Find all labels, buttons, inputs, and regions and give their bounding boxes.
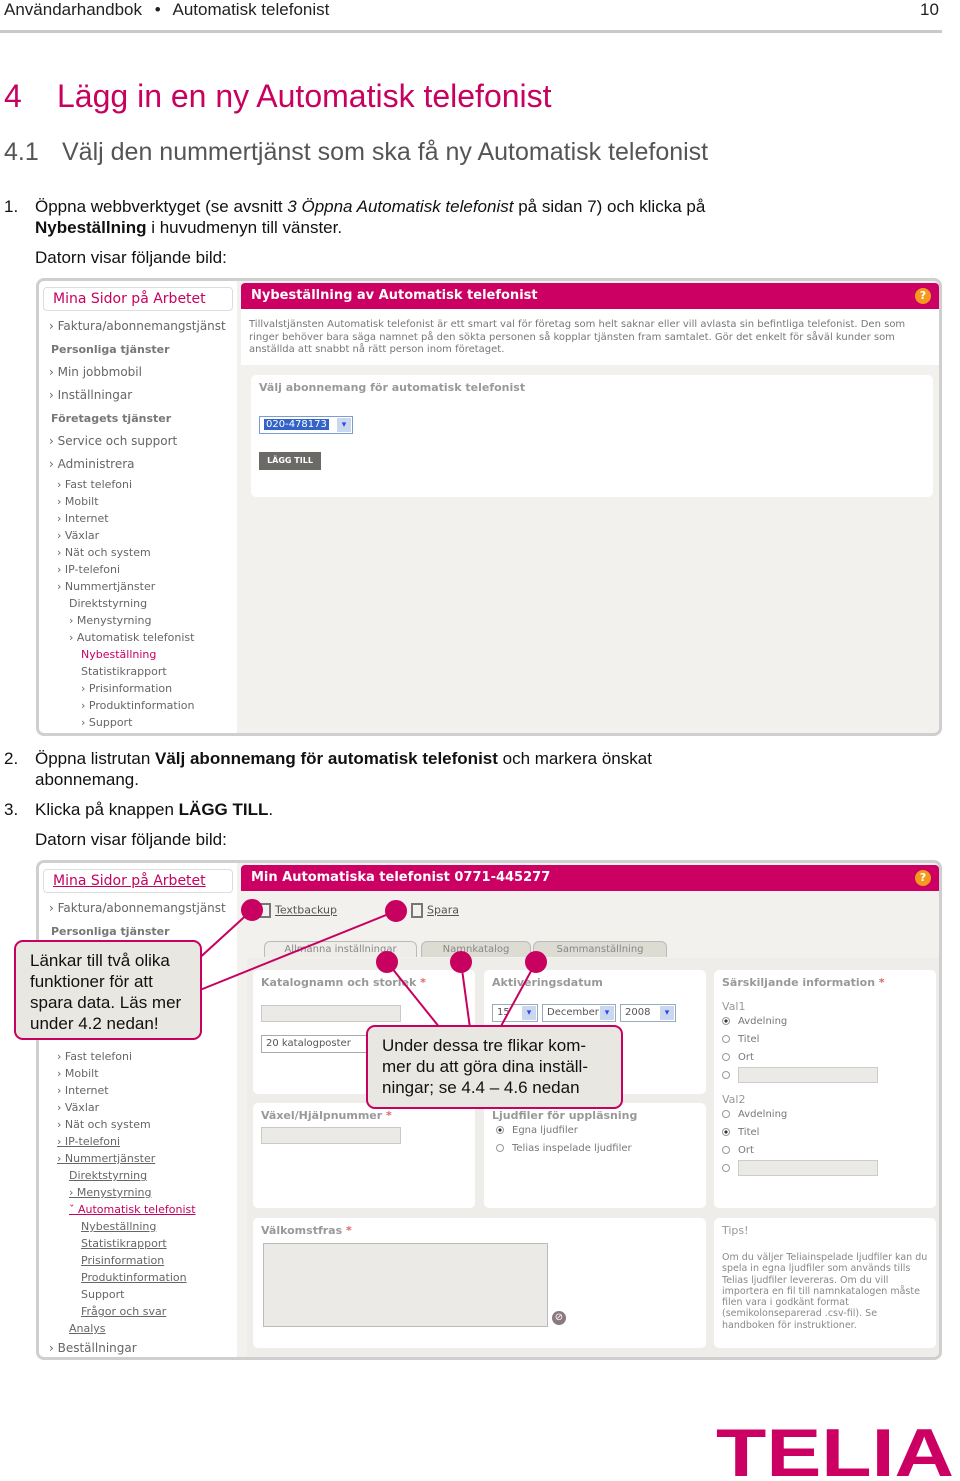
telia-logo: TELIA: [716, 1424, 954, 1480]
callout-save-links: Länkar till två olika funktioner för att…: [14, 940, 202, 1040]
callout-connectors: [194, 899, 547, 1029]
marker-dot: [450, 951, 472, 973]
marker-dot: [525, 951, 547, 973]
marker-dot: [385, 900, 407, 922]
callout-tabs: Under dessa tre flikar kom-mer du att gö…: [366, 1025, 623, 1109]
svg-text:TELIA: TELIA: [716, 1424, 954, 1480]
marker-dot: [241, 899, 263, 921]
marker-dot: [376, 951, 398, 973]
